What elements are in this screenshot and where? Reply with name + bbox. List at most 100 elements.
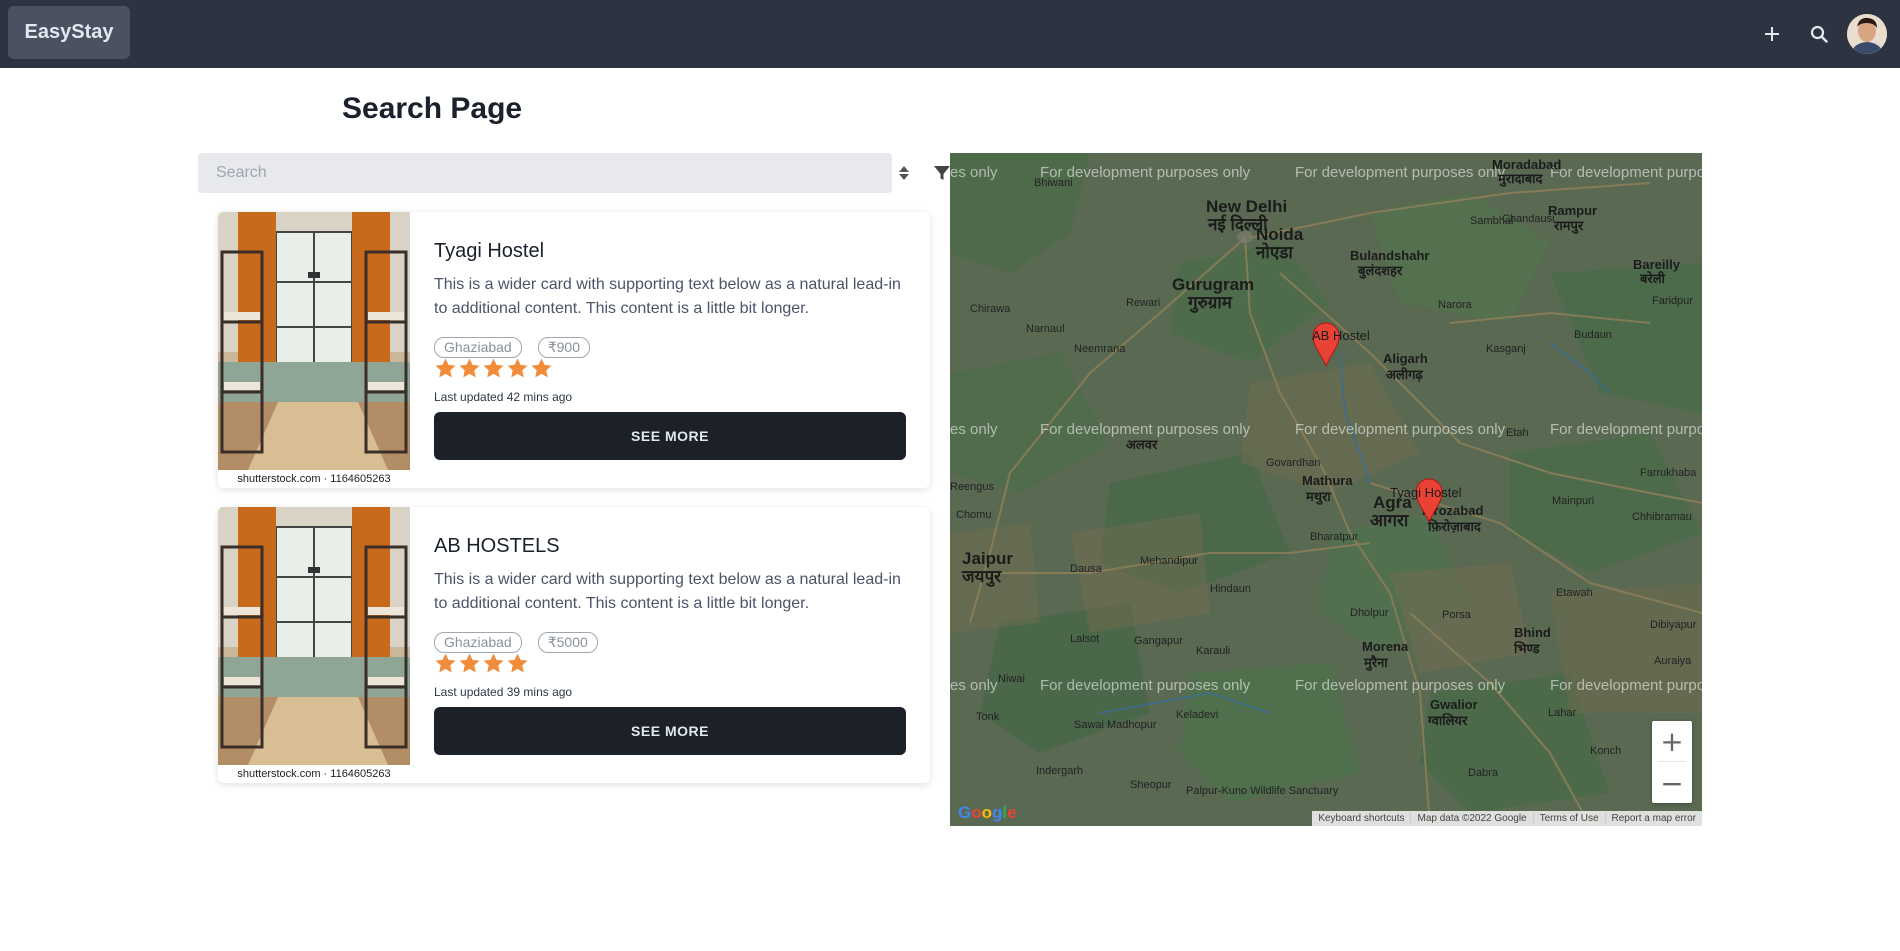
card-title: Tyagi Hostel [434,240,545,262]
price-badge: ₹900 [537,337,590,358]
hostel-image [218,507,410,765]
see-more-button[interactable]: SEE MORE [434,707,906,755]
search-input[interactable] [198,153,892,193]
city-label: Moradabad [1492,157,1562,172]
city-label: Narnaul [1026,323,1065,335]
city-label: Dausa [1070,563,1102,575]
city-label: Lahar [1548,707,1577,719]
dev-watermark: For development purposes only [1040,677,1251,694]
city-label: Palpur-Kuno Wildlife Sanctuary [1186,785,1339,797]
star-icon [482,357,505,380]
last-updated: Last updated 39 mins ago [434,685,573,699]
city-label: Sheopur [1130,779,1172,791]
card-title: AB HOSTELS [434,535,560,557]
dev-watermark: For development purposes only [1295,421,1506,438]
city-label: मुरैना [1364,655,1388,670]
city-label: Bhiwani [1034,177,1073,189]
map[interactable]: es only For development purposes only Fo… [950,153,1702,826]
report-error-link[interactable]: Report a map error [1604,813,1702,824]
zoom-out-button[interactable]: − [1652,763,1692,803]
dev-watermark: For development purposes only [1295,677,1506,694]
plus-icon[interactable] [1760,22,1784,46]
city-label: आगरा [1370,511,1409,530]
marker-label: Tyagi Hostel [1390,485,1462,500]
city-label: Chandausi [1502,213,1555,225]
city-label: ग्वालियर [1428,713,1468,728]
city-label: Dholpur [1350,607,1389,619]
price-badge: ₹5000 [537,632,598,653]
star-icon [458,652,481,675]
dev-watermark: For development purposes only [1295,164,1506,181]
city-label: Farrukhaba [1640,467,1697,479]
navbar: EasyStay [0,0,1900,68]
last-updated: Last updated 42 mins ago [434,390,573,404]
star-icon [530,357,553,380]
city-label: Tonk [976,711,1000,723]
city-badge: Ghaziabad [434,632,522,653]
map-marker[interactable] [1414,477,1444,524]
city-label: Bulandshahr [1350,248,1430,263]
city-label: Jaipur [962,549,1014,568]
map-data-text: Map data ©2022 Google [1410,813,1532,824]
city-label: Bareilly [1633,257,1680,272]
dev-watermark: es only [950,677,998,694]
sort-icon[interactable] [896,163,912,183]
star-icon [482,652,505,675]
city-label: Reengus [950,481,995,493]
hostel-image [218,212,410,470]
keyboard-shortcuts-link[interactable]: Keyboard shortcuts [1312,813,1410,824]
city-label: Konch [1590,745,1622,757]
star-icon [434,652,457,675]
city-label: Etawah [1556,587,1593,599]
card-description: This is a wider card with supporting tex… [434,571,901,612]
marker-label: AB Hostel [1312,328,1370,343]
city-label: Indergarh [1036,765,1084,777]
terms-of-use-link[interactable]: Terms of Use [1532,813,1605,824]
map-attribution: Keyboard shortcuts Map data ©2022 Google… [1312,811,1702,826]
city-label: Gurugram [1172,275,1255,294]
city-label: Budaun [1574,329,1612,341]
google-logo[interactable]: Google [958,803,1017,823]
city-label: New Delhi [1206,197,1288,216]
zoom-in-button[interactable]: + [1652,721,1692,761]
filter-icon[interactable] [932,163,952,183]
city-label: Dabra [1468,767,1498,779]
dev-watermark: es only [950,164,998,181]
avatar[interactable] [1847,14,1887,54]
city-label: मथुरा [1306,489,1331,504]
city-label: Mathura [1302,473,1353,488]
city-label: Gwalior [1430,697,1478,712]
city-label: रामपुर [1554,218,1584,233]
city-label: गुरुग्राम [1188,293,1232,312]
dev-watermark: For development purpo [1550,677,1702,694]
star-icon [434,357,457,380]
star-icon [458,357,481,380]
city-label: Govardhan [1266,457,1321,469]
city-label: Bhind [1514,625,1551,640]
search-icon[interactable] [1807,22,1831,46]
city-label: Sawai Madhopur [1074,719,1157,731]
see-more-button[interactable]: SEE MORE [434,412,906,460]
city-label: Porsa [1442,609,1471,621]
city-label: Chirawa [970,303,1011,315]
city-badge: Ghaziabad [434,337,522,358]
hostel-card: shutterstock.com · 1164605263 Tyagi Host… [218,212,930,488]
dev-watermark: For development purpo [1550,421,1702,438]
city-label: Chomu [956,509,992,521]
city-label: Chhibramau [1632,511,1692,523]
image-caption: shutterstock.com · 1164605263 [237,473,391,485]
city-label: अलवर [1126,437,1158,452]
city-label: Bharatpur [1310,531,1359,543]
city-label: Kasganj [1486,343,1526,355]
city-label: Narora [1438,299,1472,311]
city-label: Hindaun [1210,583,1251,595]
city-label: अलीगढ़ [1386,367,1423,382]
brand-logo[interactable]: EasyStay [8,6,130,59]
city-label: Aligarh [1383,351,1428,366]
card-description: This is a wider card with supporting tex… [434,276,901,317]
city-label: मुरादाबाद [1498,171,1543,186]
city-label: Karauli [1196,645,1231,657]
dev-watermark: es only [950,421,998,438]
city-label: Neemrana [1074,343,1126,355]
city-label: Etah [1506,427,1529,439]
